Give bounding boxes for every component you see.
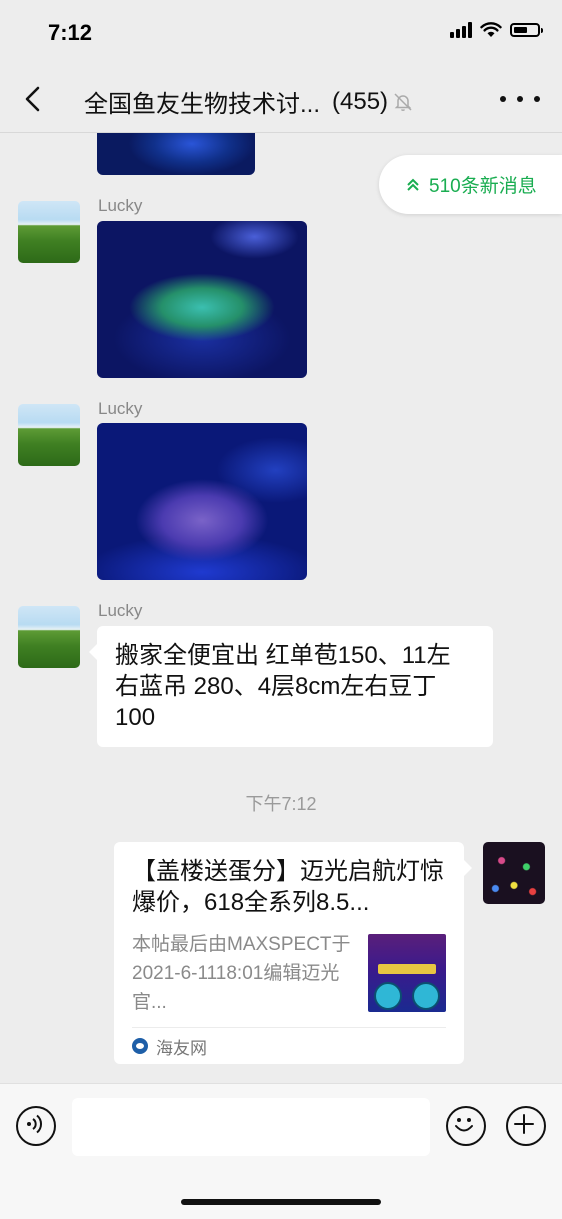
status-bar: 7:12 xyxy=(0,0,562,66)
chat-title: 全国鱼友生物技术讨... xyxy=(84,91,321,118)
cellular-signal-icon xyxy=(450,22,472,38)
link-card-thumbnail xyxy=(368,934,446,1012)
new-messages-button[interactable]: 510条新消息 xyxy=(379,155,562,214)
system-icons xyxy=(450,22,543,38)
chat-header: 全国鱼友生物技术讨... (455) xyxy=(0,66,562,133)
new-messages-label: 510条新消息 xyxy=(429,176,537,197)
voice-icon xyxy=(27,1114,43,1134)
more-functions-button[interactable] xyxy=(506,1106,546,1146)
more-options-button[interactable] xyxy=(500,86,540,112)
link-card-message[interactable]: 【盖楼送蛋分】迈光启航灯惊爆价，618全系列8.5... 本帖最后由MAXSPE… xyxy=(114,842,472,1064)
my-avatar[interactable] xyxy=(483,842,545,904)
member-count: (455) xyxy=(332,87,389,115)
link-card-description: 本帖最后由MAXSPECT于2021-6-1118:01编辑迈光官... xyxy=(132,934,351,1013)
text-message[interactable]: 搬家全便宜出 红单苞150、11左右蓝吊 280、4层8cm左右豆丁100 xyxy=(89,626,493,747)
voice-input-button[interactable] xyxy=(16,1106,56,1146)
image-message[interactable] xyxy=(97,423,307,580)
avatar[interactable] xyxy=(18,606,80,668)
message-list[interactable]: Lucky Lucky Lucky 搬家全便宜出 红单苞150、11左右蓝吊 2… xyxy=(0,133,562,1083)
mute-bell-icon xyxy=(394,92,412,111)
image-message[interactable] xyxy=(97,221,307,378)
double-chevron-up-icon xyxy=(407,178,419,191)
clock: 7:12 xyxy=(48,20,93,45)
wifi-icon xyxy=(480,22,502,37)
sender-name: Lucky xyxy=(98,196,143,215)
battery-icon xyxy=(510,23,543,37)
chat-title-group[interactable]: 全国鱼友生物技术讨... (455) xyxy=(84,84,414,119)
input-bar xyxy=(0,1083,562,1219)
avatar[interactable] xyxy=(18,404,80,466)
back-button[interactable] xyxy=(18,84,48,114)
avatar[interactable] xyxy=(18,201,80,263)
message-timestamp: 下午7:12 xyxy=(245,794,317,814)
smiley-icon xyxy=(455,1118,473,1132)
image-message-partial[interactable] xyxy=(97,133,255,175)
sender-name: Lucky xyxy=(98,399,143,418)
link-card-source: 海友网 xyxy=(156,1038,207,1058)
plus-icon xyxy=(514,1114,534,1134)
home-indicator xyxy=(181,1199,381,1205)
message-input[interactable] xyxy=(72,1098,430,1156)
sender-name: Lucky xyxy=(98,601,143,620)
link-card-title: 【盖楼送蛋分】迈光启航灯惊爆价，618全系列8.5... xyxy=(132,858,444,916)
source-logo-icon xyxy=(132,1038,148,1054)
emoji-button[interactable] xyxy=(446,1106,486,1146)
